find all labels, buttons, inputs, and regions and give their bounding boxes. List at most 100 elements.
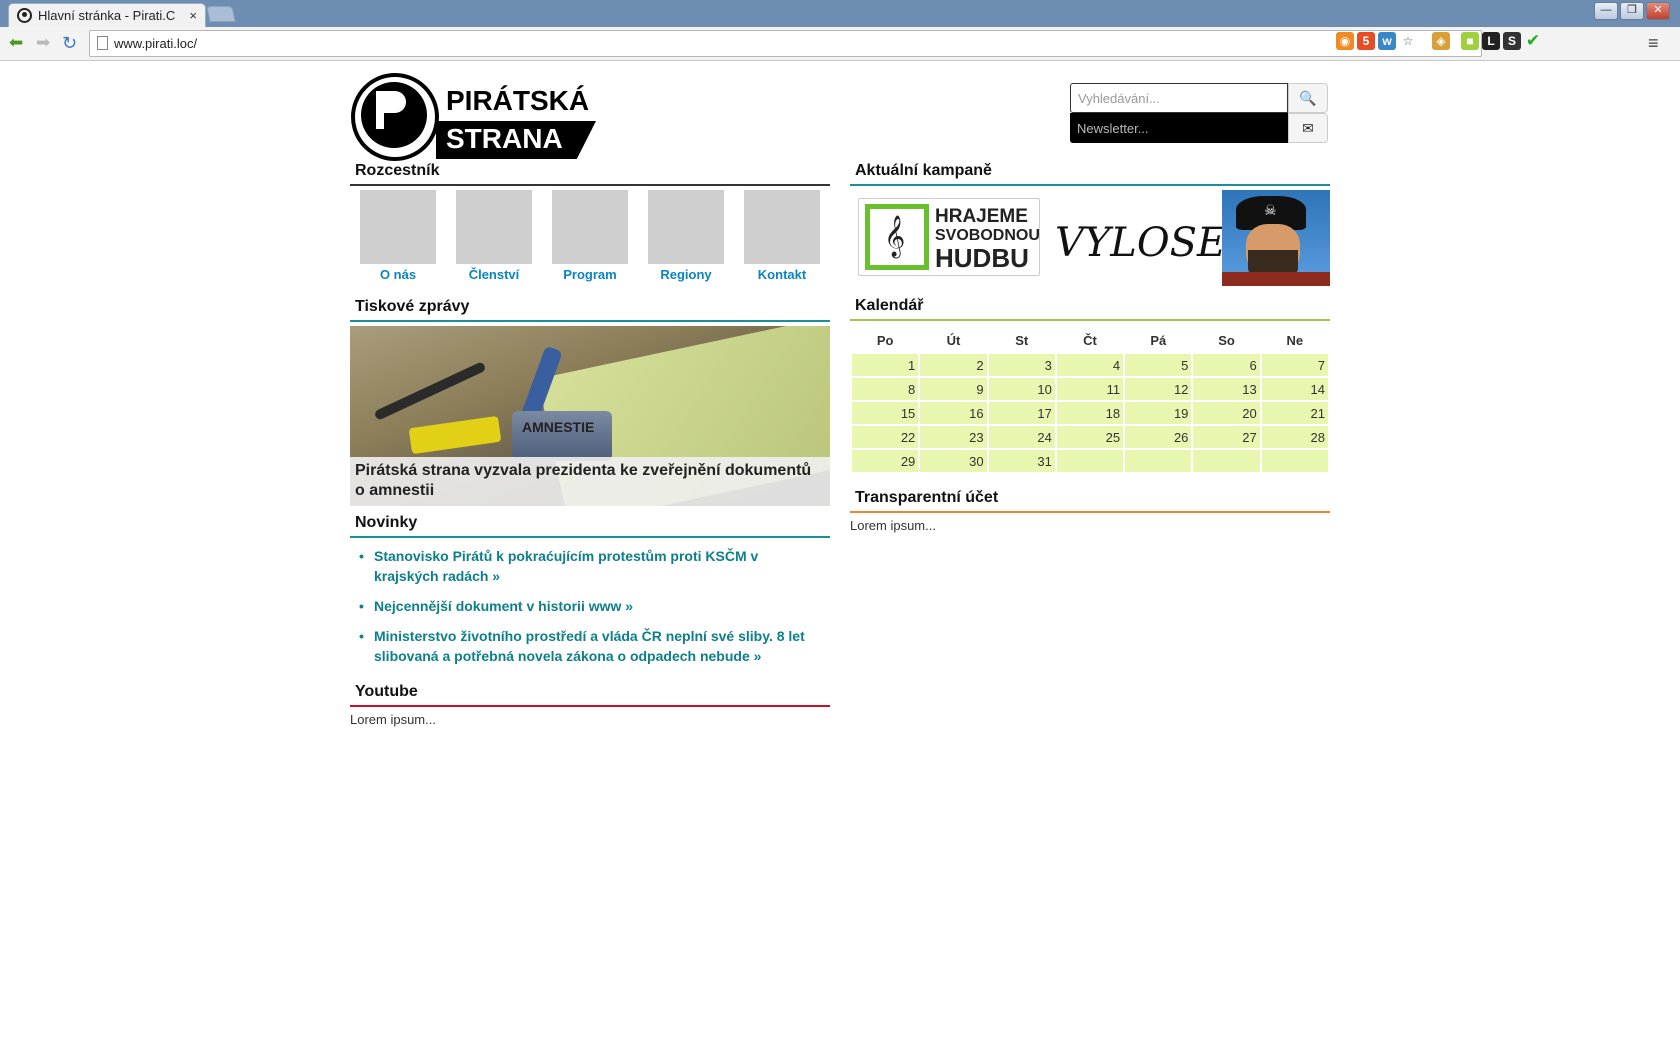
banner-hrajeme-svobodnou-hudbu[interactable]: 𝄞 HRAJEME SVOBODNOU HUDBU: [858, 198, 1040, 276]
mail-icon: ✉: [1302, 120, 1314, 136]
calendar-day[interactable]: 9: [920, 378, 987, 400]
calendar-day[interactable]: 13: [1193, 378, 1260, 400]
calendar-day[interactable]: 16: [920, 402, 987, 424]
calendar-day[interactable]: 29: [852, 450, 919, 472]
rss-icon[interactable]: ◉: [1336, 32, 1354, 50]
close-window-button[interactable]: ✕: [1646, 2, 1670, 20]
tile-image[interactable]: [552, 190, 628, 264]
calendar-day[interactable]: 22: [852, 426, 919, 448]
tile-image[interactable]: [360, 190, 436, 264]
section-title: Rozcestník: [355, 162, 440, 179]
calendar-day[interactable]: 31: [988, 450, 1055, 472]
color-picker-icon[interactable]: ■: [1461, 32, 1479, 50]
calendar-day[interactable]: 18: [1056, 402, 1124, 424]
section-title: Tiskové zprávy: [355, 298, 470, 315]
calendar-weekday: Po: [876, 332, 894, 348]
nav-tile[interactable]: Program: [542, 190, 638, 282]
section-rozcestnik: Rozcestník O nás Členství Program Regiony Ko…: [350, 160, 830, 282]
favicon-icon: [17, 8, 32, 23]
reload-icon[interactable]: ↻: [62, 34, 77, 52]
tile-image[interactable]: [456, 190, 532, 264]
nav-tile[interactable]: O nás: [350, 190, 446, 282]
l-icon[interactable]: L: [1482, 32, 1500, 50]
calendar-day[interactable]: 5: [1125, 354, 1192, 376]
section-title: Kalendář: [855, 297, 924, 314]
news-item-link[interactable]: Stanovisko Pirátů k pokraćujícím protest…: [359, 546, 830, 586]
forward-arrow-icon[interactable]: ➡: [36, 34, 50, 52]
search-button[interactable]: 🔍: [1288, 83, 1328, 113]
calendar-day[interactable]: 27: [1193, 426, 1260, 448]
calendar-header-row: Po Út St Čt Pá So Ne: [852, 328, 1328, 352]
address-bar[interactable]: www.pirati.loc/: [89, 30, 1482, 57]
calendar-day[interactable]: 7: [1261, 354, 1328, 376]
tool-icon[interactable]: ◈: [1432, 32, 1450, 50]
calendar-day[interactable]: 17: [988, 402, 1055, 424]
calendar-day[interactable]: 14: [1261, 378, 1328, 400]
calendar-day[interactable]: 8: [852, 378, 919, 400]
news-list: Stanovisko Pirátů k pokraćujícím protest…: [350, 546, 830, 676]
minimize-button[interactable]: —: [1594, 2, 1618, 20]
tab-close-icon[interactable]: ×: [189, 8, 197, 23]
html5-icon[interactable]: 5: [1357, 32, 1375, 50]
press-caption[interactable]: Pirátská strana vyzvala prezidenta ke zv…: [350, 457, 830, 506]
restore-button[interactable]: ❐: [1620, 2, 1644, 20]
back-arrow-icon[interactable]: ⬅: [9, 34, 23, 52]
newsletter-button[interactable]: ✉: [1288, 113, 1328, 143]
calendar-day[interactable]: 3: [988, 354, 1055, 376]
check-icon[interactable]: ✔: [1524, 32, 1542, 50]
calendar-weekday: Čt: [1083, 332, 1097, 348]
calendar-day: [1261, 450, 1328, 472]
tile-image[interactable]: [744, 190, 820, 264]
calendar-week-row: 15 16 17 18 19 20 21: [852, 402, 1328, 424]
calendar-day[interactable]: 4: [1056, 354, 1124, 376]
star-icon[interactable]: ☆: [1399, 32, 1417, 50]
news-item-link[interactable]: Ministerstvo životního prostředí a vláda…: [359, 626, 830, 666]
calendar-day[interactable]: 20: [1193, 402, 1260, 424]
tile-link[interactable]: Členství: [446, 267, 542, 282]
calendar-day[interactable]: 11: [1056, 378, 1124, 400]
news-item-link[interactable]: Nejcennější dokument v historii www »: [359, 596, 830, 616]
account-content: Lorem ipsum...: [850, 518, 936, 533]
calendar-day[interactable]: 6: [1193, 354, 1260, 376]
calendar-day[interactable]: 1: [852, 354, 919, 376]
calendar-day[interactable]: 23: [920, 426, 987, 448]
calendar-weekday: Út: [946, 332, 961, 348]
nav-tile[interactable]: Kontakt: [734, 190, 830, 282]
section-title: Youtube: [355, 683, 418, 700]
new-tab-button[interactable]: [206, 6, 236, 22]
tile-link[interactable]: Kontakt: [734, 267, 830, 282]
calendar-day[interactable]: 26: [1125, 426, 1192, 448]
calendar-day[interactable]: 30: [920, 450, 987, 472]
calendar-day[interactable]: 12: [1125, 378, 1192, 400]
tile-link[interactable]: Program: [542, 267, 638, 282]
search-icon: 🔍: [1299, 90, 1317, 106]
tile-link[interactable]: O nás: [350, 267, 446, 282]
logo[interactable]: PIRÁTSKÁ STRANA: [350, 71, 602, 161]
calendar-day[interactable]: 19: [1125, 402, 1192, 424]
section-bar: [350, 320, 830, 322]
section-bar: [850, 511, 1330, 513]
menu-icon[interactable]: ≡: [1648, 33, 1659, 54]
section-bar: [350, 184, 830, 186]
banner-line-1: HRAJEME: [935, 206, 1028, 227]
tile-image[interactable]: [648, 190, 724, 264]
calendar-day[interactable]: 25: [1056, 426, 1124, 448]
url-text[interactable]: www.pirati.loc/: [114, 36, 197, 51]
nav-tile[interactable]: Členství: [446, 190, 542, 282]
calendar-day[interactable]: 15: [852, 402, 919, 424]
calendar-day[interactable]: 21: [1261, 402, 1328, 424]
calendar-day[interactable]: 10: [988, 378, 1055, 400]
press-release-card[interactable]: AMNESTIE Pirátská strana vyzvala prezide…: [350, 326, 830, 506]
browser-tab[interactable]: Hlavní stránka - Pirati.C ×: [8, 3, 206, 27]
calendar-day[interactable]: 2: [920, 354, 987, 376]
calendar-day[interactable]: 24: [988, 426, 1055, 448]
newsletter-input[interactable]: [1070, 113, 1288, 143]
search-input[interactable]: [1071, 84, 1287, 112]
s-icon[interactable]: S: [1503, 32, 1521, 50]
newsletter-box: [1070, 113, 1288, 143]
nav-tile[interactable]: Regiony: [638, 190, 734, 282]
pirate-image[interactable]: ☠: [1222, 190, 1330, 286]
tile-link[interactable]: Regiony: [638, 267, 734, 282]
web-icon[interactable]: w: [1378, 32, 1396, 50]
calendar-day[interactable]: 28: [1261, 426, 1328, 448]
